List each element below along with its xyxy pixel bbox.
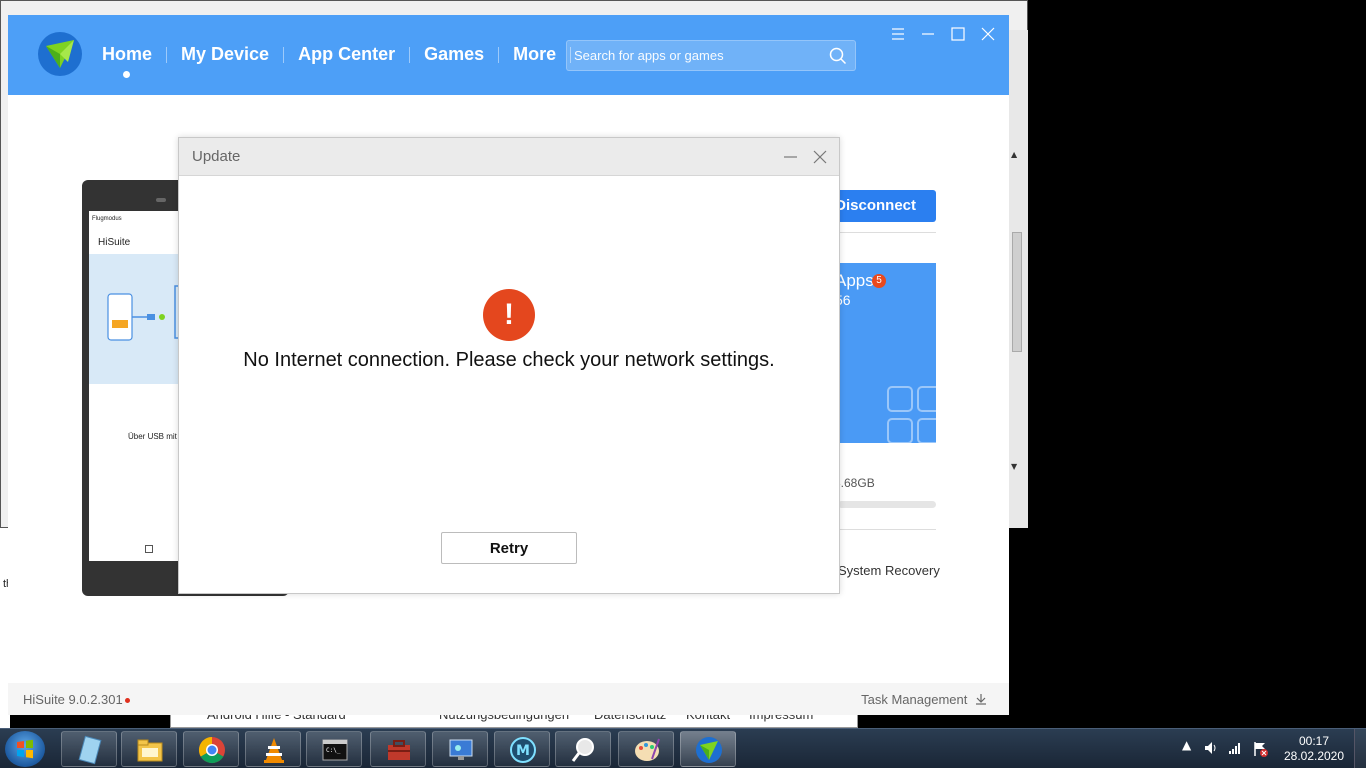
nav-more[interactable]: More — [499, 44, 570, 65]
clock-date: 28.02.2020 — [1283, 749, 1345, 763]
phone-nav-square — [145, 545, 153, 553]
retry-button[interactable]: Retry — [441, 532, 577, 564]
maximize-icon[interactable] — [948, 25, 968, 43]
chrome-icon — [198, 736, 225, 764]
scrollbar-thumb[interactable] — [1012, 232, 1022, 352]
download-icon — [976, 694, 986, 705]
phone-app-title: HiSuite — [98, 237, 131, 248]
dialog-title: Update — [192, 148, 241, 165]
scroll-up-arrow-icon[interactable]: ▲ — [1011, 150, 1017, 159]
taskbar-toolbox[interactable] — [370, 731, 426, 767]
taskbar-notepad[interactable] — [61, 731, 117, 767]
update-dialog: Update ! No Internet connection. Please … — [178, 137, 840, 594]
windows-logo-icon — [17, 739, 33, 759]
search-tool-icon — [571, 738, 594, 762]
apps-card[interactable]: Apps 5 56 — [835, 263, 936, 443]
task-management-label: Task Management — [861, 692, 968, 707]
taskbar-explorer[interactable] — [121, 731, 177, 767]
phone-sensor — [156, 198, 166, 202]
search-input[interactable] — [574, 45, 819, 66]
notepad-icon — [78, 735, 102, 765]
svg-text:C:\_: C:\_ — [326, 747, 341, 754]
taskbar: C:\_ M ▲ 00:17 28.02.2020 — [0, 728, 1366, 768]
error-message: No Internet connection. Please check you… — [243, 349, 775, 371]
search-box[interactable] — [566, 40, 856, 71]
hisuite-logo-icon — [38, 32, 82, 76]
phone-status-text: Flugmodus — [92, 216, 122, 222]
storage-bar — [838, 501, 936, 508]
taskbar-cmd[interactable]: C:\_ — [306, 731, 362, 767]
taskbar-chrome[interactable] — [183, 731, 239, 767]
version-label: HiSuite 9.0.2.301 — [23, 692, 130, 707]
storage-text: 3.68GB — [834, 476, 875, 490]
search-icon[interactable] — [829, 47, 847, 65]
minimize-icon[interactable] — [918, 25, 938, 43]
dialog-minimize-icon[interactable] — [782, 148, 800, 166]
taskbar-m-app[interactable]: M — [494, 731, 550, 767]
phone-connection-text: Über USB mit — [128, 432, 177, 441]
dialog-titlebar: Update — [179, 138, 839, 176]
divider — [838, 529, 936, 530]
taskbar-search-tool[interactable] — [555, 731, 611, 767]
taskbar-vlc[interactable] — [245, 731, 301, 767]
disconnect-button[interactable]: Disconnect — [830, 190, 936, 222]
action-center-flag-icon[interactable] — [1251, 740, 1269, 758]
nav-app-center[interactable]: App Center — [284, 44, 409, 65]
svg-text:M: M — [516, 743, 530, 759]
start-button[interactable] — [5, 731, 45, 767]
close-icon[interactable] — [978, 25, 998, 43]
dialog-close-icon[interactable] — [811, 148, 829, 166]
active-indicator-dot — [123, 71, 130, 78]
system-recovery-link[interactable]: System Recovery — [838, 563, 940, 578]
cmd-icon: C:\_ — [322, 739, 348, 761]
remote-desktop-icon — [449, 739, 473, 760]
menu-icon[interactable] — [888, 25, 908, 43]
taskbar-remote[interactable] — [432, 731, 488, 767]
toolbox-icon — [388, 740, 410, 760]
app-footer: HiSuite 9.0.2.301 Task Management — [8, 683, 1009, 715]
nav-home[interactable]: Home — [88, 44, 166, 78]
taskbar-hisuite[interactable] — [680, 731, 736, 767]
apps-update-badge: 5 — [872, 274, 886, 288]
paint-icon — [635, 738, 660, 761]
show-desktop-button[interactable] — [1354, 729, 1366, 768]
error-icon: ! — [483, 289, 535, 341]
divider — [838, 232, 936, 233]
show-hidden-icons-icon[interactable]: ▲ — [1182, 738, 1191, 752]
app-header: Home My Device App Center Games More — [8, 15, 1009, 95]
file-explorer-icon — [137, 739, 163, 762]
main-nav: Home My Device App Center Games More — [88, 44, 572, 78]
update-indicator-dot — [124, 698, 130, 704]
scroll-down-arrow-icon[interactable]: ▼ — [1011, 462, 1017, 471]
clock-time: 00:17 — [1298, 734, 1330, 748]
volume-icon[interactable] — [1203, 740, 1219, 756]
nav-my-device[interactable]: My Device — [167, 44, 283, 65]
task-management-button[interactable]: Task Management — [861, 692, 987, 707]
vlc-icon — [264, 738, 284, 763]
m-app-icon: M — [510, 737, 536, 763]
nav-games[interactable]: Games — [410, 44, 498, 65]
hisuite-icon — [696, 737, 722, 763]
network-icon[interactable] — [1227, 740, 1243, 756]
apps-grid-icon — [887, 386, 936, 443]
apps-label: Apps — [835, 271, 874, 290]
taskbar-paint[interactable] — [618, 731, 674, 767]
system-clock[interactable]: 00:17 28.02.2020 — [1274, 734, 1354, 764]
